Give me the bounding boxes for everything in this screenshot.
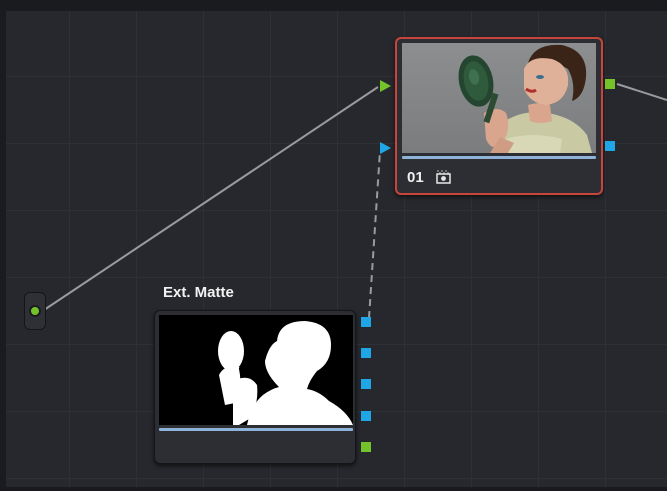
- node-progress-bar: [402, 156, 596, 159]
- rgb-output-port[interactable]: [605, 79, 615, 89]
- source-input-node[interactable]: [24, 292, 46, 330]
- matte-progress-bar: [159, 428, 353, 431]
- key-input-port[interactable]: [380, 142, 391, 154]
- matte-node-title: Ext. Matte: [163, 284, 234, 301]
- matte-mode-icon: [435, 169, 453, 185]
- external-matte-node[interactable]: [154, 310, 356, 464]
- source-output-dot-icon[interactable]: [29, 305, 41, 317]
- matte-output-port-1[interactable]: [361, 317, 371, 327]
- node-thumbnail: [402, 43, 596, 153]
- matte-silhouette-image: [159, 315, 353, 425]
- matte-output-port-2[interactable]: [361, 348, 371, 358]
- matte-output-port-3[interactable]: [361, 379, 371, 389]
- matte-output-port-rgb[interactable]: [361, 442, 371, 452]
- matte-thumbnail: [159, 315, 353, 425]
- key-output-port[interactable]: [605, 141, 615, 151]
- corrector-node-01[interactable]: 01: [395, 37, 603, 195]
- portrait-thumbnail-image: [402, 43, 596, 153]
- matte-output-port-4[interactable]: [361, 411, 371, 421]
- node-number-label: 01: [407, 169, 424, 186]
- rgb-input-port[interactable]: [380, 80, 391, 92]
